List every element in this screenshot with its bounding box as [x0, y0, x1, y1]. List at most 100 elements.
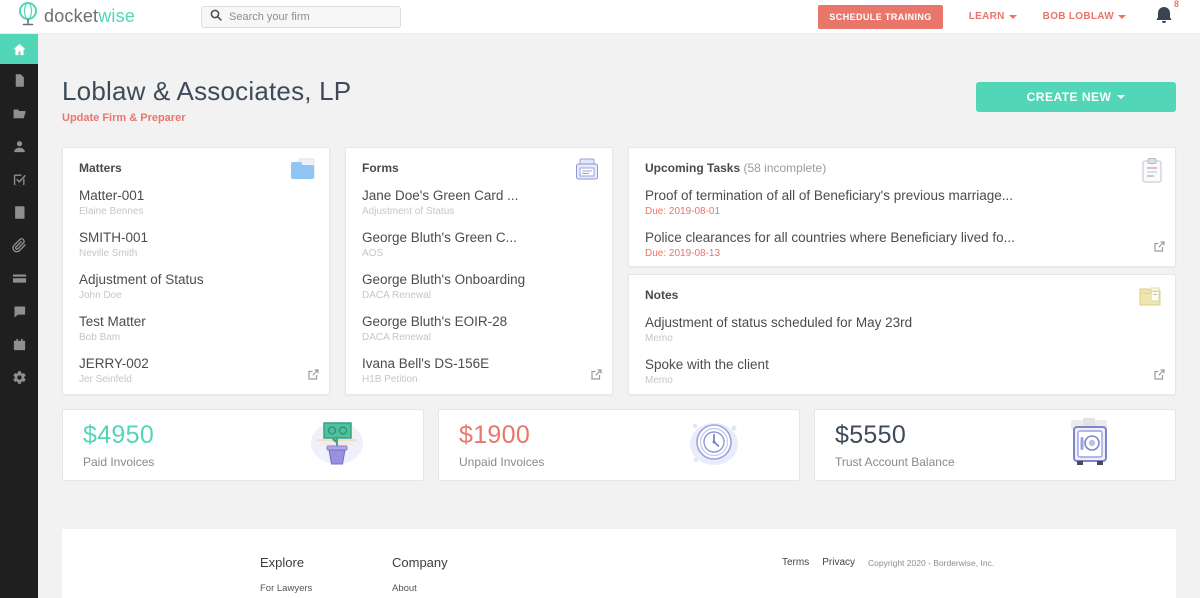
form-type: H1B Petition: [362, 374, 596, 385]
gear-icon: [12, 370, 27, 385]
sidebar-item-contacts[interactable]: [0, 130, 38, 163]
form-title: Ivana Bell's DS-156E: [362, 356, 596, 371]
tasks-incomplete-count: (58 incomplete): [743, 161, 826, 175]
sidebar-item-billing[interactable]: [0, 262, 38, 295]
trust-account-label: Trust Account Balance: [835, 455, 955, 469]
tasks-external-link-icon[interactable]: [1153, 240, 1165, 258]
forms-external-link-icon[interactable]: [590, 368, 602, 386]
footer-copyright: Copyright 2020 - Borderwise, Inc.: [868, 558, 994, 568]
matters-card-title: Matters: [79, 161, 313, 175]
search-icon: [210, 8, 222, 26]
matter-client: Jer Seinfeld: [79, 374, 313, 385]
unpaid-invoices-label: Unpaid Invoices: [459, 455, 544, 469]
user-label: BOB LOBLAW: [1043, 11, 1114, 22]
task-title: Proof of termination of all of Beneficia…: [645, 188, 1159, 203]
notes-external-link-icon[interactable]: [1153, 368, 1165, 386]
matter-list-item[interactable]: Matter-001 Elaine Bennes: [79, 188, 313, 217]
check-square-icon: [12, 172, 27, 187]
matter-list-item[interactable]: Adjustment of Status John Doe: [79, 272, 313, 301]
form-title: George Bluth's Green C...: [362, 230, 596, 245]
task-list-item[interactable]: Police clearances for all countries wher…: [645, 230, 1159, 259]
form-title: Jane Doe's Green Card ...: [362, 188, 596, 203]
form-list-item[interactable]: George Bluth's EOIR-28 DACA Renewal: [362, 314, 596, 343]
matter-title: JERRY-002: [79, 356, 313, 371]
task-list-item[interactable]: Proof of termination of all of Beneficia…: [645, 188, 1159, 217]
unpaid-invoices-stat-card: $1900 Unpaid Invoices: [438, 409, 800, 481]
chevron-down-icon: [1118, 15, 1126, 19]
notebook-icon: [1137, 285, 1163, 314]
form-list-item[interactable]: Jane Doe's Green Card ... Adjustment of …: [362, 188, 596, 217]
note-list-item[interactable]: Spoke with the client Memo: [645, 357, 1159, 386]
top-navigation-bar: docketwise SCHEDULE TRAINING LEARN BOB L…: [0, 0, 1200, 34]
form-title: George Bluth's EOIR-28: [362, 314, 596, 329]
sidebar-item-tasks[interactable]: [0, 163, 38, 196]
user-menu[interactable]: BOB LOBLAW: [1043, 11, 1126, 22]
left-sidebar: [0, 34, 38, 598]
book-icon: [12, 205, 27, 220]
matter-title: SMITH-001: [79, 230, 313, 245]
note-list-item[interactable]: Adjustment of status scheduled for May 2…: [645, 315, 1159, 344]
clock-icon: [687, 418, 741, 473]
task-title: Police clearances for all countries wher…: [645, 230, 1159, 245]
form-list-item[interactable]: Ivana Bell's DS-156E H1B Petition: [362, 356, 596, 385]
search-input[interactable]: [229, 11, 379, 23]
matter-client: Bob Bam: [79, 332, 313, 343]
matter-list-item[interactable]: Test Matter Bob Bam: [79, 314, 313, 343]
safe-icon: [1061, 418, 1117, 473]
notifications-button[interactable]: 8: [1156, 5, 1172, 28]
sidebar-item-matters[interactable]: [0, 97, 38, 130]
sidebar-item-forms[interactable]: [0, 64, 38, 97]
bell-icon: [1156, 10, 1172, 27]
schedule-training-button[interactable]: SCHEDULE TRAINING: [818, 5, 942, 29]
docketwise-logo[interactable]: docketwise: [16, 1, 201, 32]
sidebar-item-attachments[interactable]: [0, 229, 38, 262]
sidebar-item-calendar[interactable]: [0, 328, 38, 361]
document-icon: [12, 73, 27, 88]
learn-menu[interactable]: LEARN: [969, 11, 1017, 22]
form-type: Adjustment of Status: [362, 206, 596, 217]
paid-invoices-stat-card: $4950 Paid Invoices: [62, 409, 424, 481]
note-type: Memo: [645, 375, 1159, 386]
folder-icon: [12, 106, 27, 121]
matter-title: Adjustment of Status: [79, 272, 313, 287]
firm-search[interactable]: [201, 6, 401, 28]
sidebar-item-settings[interactable]: [0, 361, 38, 394]
matter-title: Matter-001: [79, 188, 313, 203]
calendar-icon: [12, 337, 27, 352]
matter-list-item[interactable]: JERRY-002 Jer Seinfeld: [79, 356, 313, 385]
home-icon: [12, 42, 27, 57]
matters-card: Matters Matter-001 Elaine Bennes SMITH-0…: [62, 147, 330, 395]
tasks-title: Upcoming Tasks: [645, 161, 740, 175]
footer-link-about[interactable]: About: [392, 583, 448, 594]
matter-client: Neville Smith: [79, 248, 313, 259]
forms-card: Forms Jane Doe's Green Card ... Adjustme…: [345, 147, 613, 395]
update-firm-link[interactable]: Update Firm & Preparer: [62, 112, 185, 124]
paid-invoices-label: Paid Invoices: [83, 455, 154, 469]
footer-link-for-lawyers[interactable]: For Lawyers: [260, 583, 312, 594]
note-type: Memo: [645, 333, 1159, 344]
footer-link-privacy[interactable]: Privacy: [822, 557, 855, 568]
create-new-label: CREATE NEW: [1027, 90, 1112, 104]
form-list-item[interactable]: George Bluth's Onboarding DACA Renewal: [362, 272, 596, 301]
matter-client: John Doe: [79, 290, 313, 301]
matter-client: Elaine Bennes: [79, 206, 313, 217]
unpaid-invoices-amount: $1900: [459, 421, 544, 450]
form-title: George Bluth's Onboarding: [362, 272, 596, 287]
footer-link-terms[interactable]: Terms: [782, 557, 809, 568]
money-plant-icon: [307, 418, 365, 473]
sidebar-item-home[interactable]: [0, 34, 38, 64]
note-title: Spoke with the client: [645, 357, 1159, 372]
form-list-item[interactable]: George Bluth's Green C... AOS: [362, 230, 596, 259]
matters-external-link-icon[interactable]: [307, 368, 319, 386]
person-icon: [12, 139, 27, 154]
main-area: Loblaw & Associates, LP Update Firm & Pr…: [38, 34, 1200, 598]
sidebar-item-messages[interactable]: [0, 295, 38, 328]
paid-invoices-amount: $4950: [83, 421, 154, 450]
sidebar-item-notes[interactable]: [0, 196, 38, 229]
matter-list-item[interactable]: SMITH-001 Neville Smith: [79, 230, 313, 259]
credit-card-icon: [12, 271, 27, 286]
logo-text: docketwise: [44, 6, 135, 27]
task-due-date: Due: 2019-08-13: [645, 248, 1159, 259]
task-due-date: Due: 2019-08-01: [645, 206, 1159, 217]
create-new-button[interactable]: CREATE NEW: [976, 82, 1176, 112]
